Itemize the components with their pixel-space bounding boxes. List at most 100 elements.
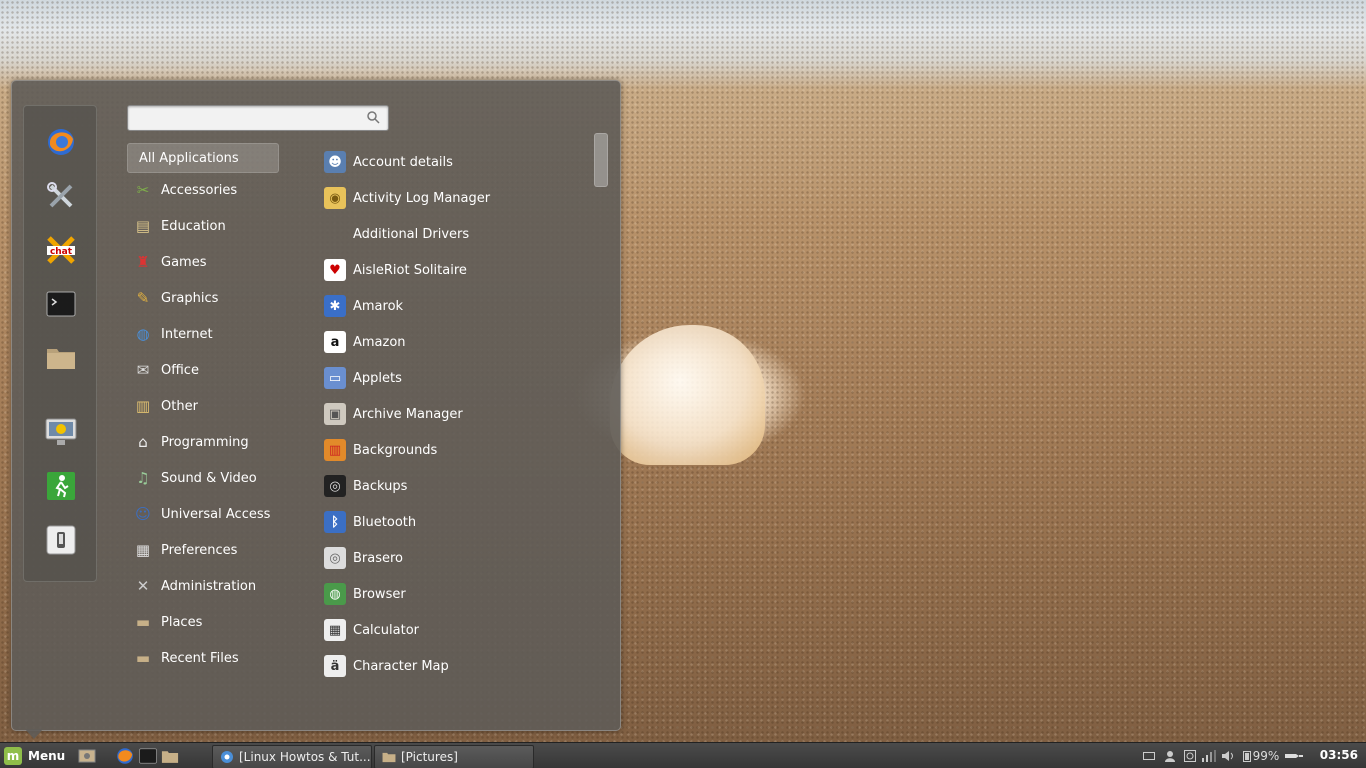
archive-icon: ▣ [324,403,346,425]
category-universal-access[interactable]: ☺ Universal Access [127,500,277,528]
app-label: Archive Manager [353,406,463,422]
category-games[interactable]: ♜ Games [127,248,277,276]
app-applets[interactable]: ▭ Applets [322,363,592,393]
category-label: Internet [161,326,213,342]
category-programming[interactable]: ⌂ Programming [127,428,277,456]
category-accessories[interactable]: ✂ Accessories [127,176,277,204]
app-calculator[interactable]: ▦ Calculator [322,615,592,645]
app-label: Additional Drivers [353,226,470,242]
app-label: Account details [353,154,453,170]
clock[interactable]: 03:56 [1320,748,1358,762]
category-places[interactable]: ▬ Places [127,608,277,636]
scrollbar-thumb[interactable] [594,133,608,187]
update-manager-icon[interactable] [1183,748,1197,764]
app-amarok[interactable]: ✱ Amarok [322,291,592,321]
category-label: Recent Files [161,650,239,666]
category-all-applications[interactable]: All Applications [127,143,279,173]
battery-icon [1242,751,1251,762]
show-desktop-icon[interactable] [77,746,97,766]
category-other[interactable]: ▥ Other [127,392,277,420]
logout-icon[interactable] [44,469,78,503]
solitaire-icon: ♥ [324,259,346,281]
category-recent-files[interactable]: ▬ Recent Files [127,644,277,672]
app-label: Amazon [353,334,406,350]
category-internet[interactable]: ◍ Internet [127,320,277,348]
shutdown-icon[interactable] [44,523,78,557]
app-additional-drivers[interactable]: Additional Drivers [322,219,592,249]
app-backups[interactable]: ◎ Backups [322,471,592,501]
app-label: Browser [353,586,406,602]
app-label: Activity Log Manager [353,190,491,206]
graphics-icon: ✎ [136,288,150,307]
activity-log-icon: ◉ [324,187,346,209]
battery-indicator[interactable]: 99% [1241,748,1281,764]
task-label: [Linux Howtos & Tut... [239,750,371,764]
preferences-icon: ▦ [135,540,151,559]
task-label: [Pictures] [401,750,458,764]
folder-icon[interactable] [44,341,78,375]
category-education[interactable]: ▤ Education [127,212,277,240]
terminal-launcher-icon[interactable] [138,746,158,766]
category-preferences[interactable]: ▦ Preferences [127,536,277,564]
app-amazon[interactable]: a Amazon [322,327,592,357]
keyboard-icon[interactable] [1142,748,1156,764]
app-character-map[interactable]: ä Character Map [322,651,592,681]
app-bluetooth[interactable]: ᛒ Bluetooth [322,507,592,537]
search-box[interactable] [127,105,389,131]
user-icon[interactable] [1163,748,1177,764]
app-activity-log-manager[interactable]: ◉ Activity Log Manager [322,183,592,213]
education-icon: ▤ [135,216,151,235]
settings-tools-icon[interactable] [44,179,78,213]
app-archive-manager[interactable]: ▣ Archive Manager [322,399,592,429]
power-icon[interactable] [1283,748,1305,764]
terminal-icon[interactable] [44,287,78,321]
category-sound-video[interactable]: ♫ Sound & Video [127,464,277,492]
menu-button[interactable]: m Menu [4,746,65,766]
app-aisleriot-solitaire[interactable]: ♥ AisleRiot Solitaire [322,255,592,285]
category-office[interactable]: ✉ Office [127,356,277,384]
amarok-icon: ✱ [324,295,346,317]
app-label: Character Map [353,658,449,674]
search-input[interactable] [128,106,354,128]
accessories-icon: ✂ [136,180,150,199]
files-launcher-icon[interactable] [160,746,180,766]
category-label: Games [161,254,207,270]
applets-icon: ▭ [324,367,346,389]
app-label: Calculator [353,622,420,638]
app-list-scrollbar[interactable] [594,133,608,533]
application-menu: chat All Applications ✂ Accessories ▤ Educat… [11,80,621,731]
backgrounds-icon: ▥ [324,439,346,461]
app-browser[interactable]: ◍ Browser [322,579,592,609]
app-label: Amarok [353,298,404,314]
category-administration[interactable]: ✕ Administration [127,572,277,600]
network-signal-icon[interactable] [1201,748,1217,764]
app-brasero[interactable]: ◎ Brasero [322,543,592,573]
backups-icon: ◎ [324,475,346,497]
app-label: Backups [353,478,408,494]
firefox-launcher-icon[interactable] [115,746,135,766]
app-label: Bluetooth [353,514,417,530]
places-folder-icon: ▬ [135,612,151,631]
taskbar-window-browser[interactable]: [Linux Howtos & Tut... [212,745,372,768]
blank-icon [324,223,346,245]
app-backgrounds[interactable]: ▥ Backgrounds [322,435,592,465]
app-account-details[interactable]: ☻ Account details [322,147,592,177]
account-icon: ☻ [324,151,346,173]
sound-video-icon: ♫ [136,468,150,487]
taskbar-window-pictures[interactable]: [Pictures] [374,745,534,768]
firefox-icon[interactable] [44,125,78,159]
volume-icon[interactable] [1220,748,1236,764]
category-label: Office [161,362,199,378]
lock-screen-icon[interactable] [44,415,78,449]
category-label: All Applications [139,150,239,166]
category-label: Sound & Video [161,470,257,486]
internet-icon: ◍ [136,324,150,343]
hexchat-icon[interactable]: chat [44,233,78,267]
category-graphics[interactable]: ✎ Graphics [127,284,277,312]
category-label: Universal Access [161,506,271,522]
category-label: Accessories [161,182,238,198]
category-label: Preferences [161,542,238,558]
category-label: Administration [161,578,257,594]
bottom-panel: m Menu [Linux Howtos & Tut... [Pictures] [0,742,1366,768]
app-label: Brasero [353,550,404,566]
